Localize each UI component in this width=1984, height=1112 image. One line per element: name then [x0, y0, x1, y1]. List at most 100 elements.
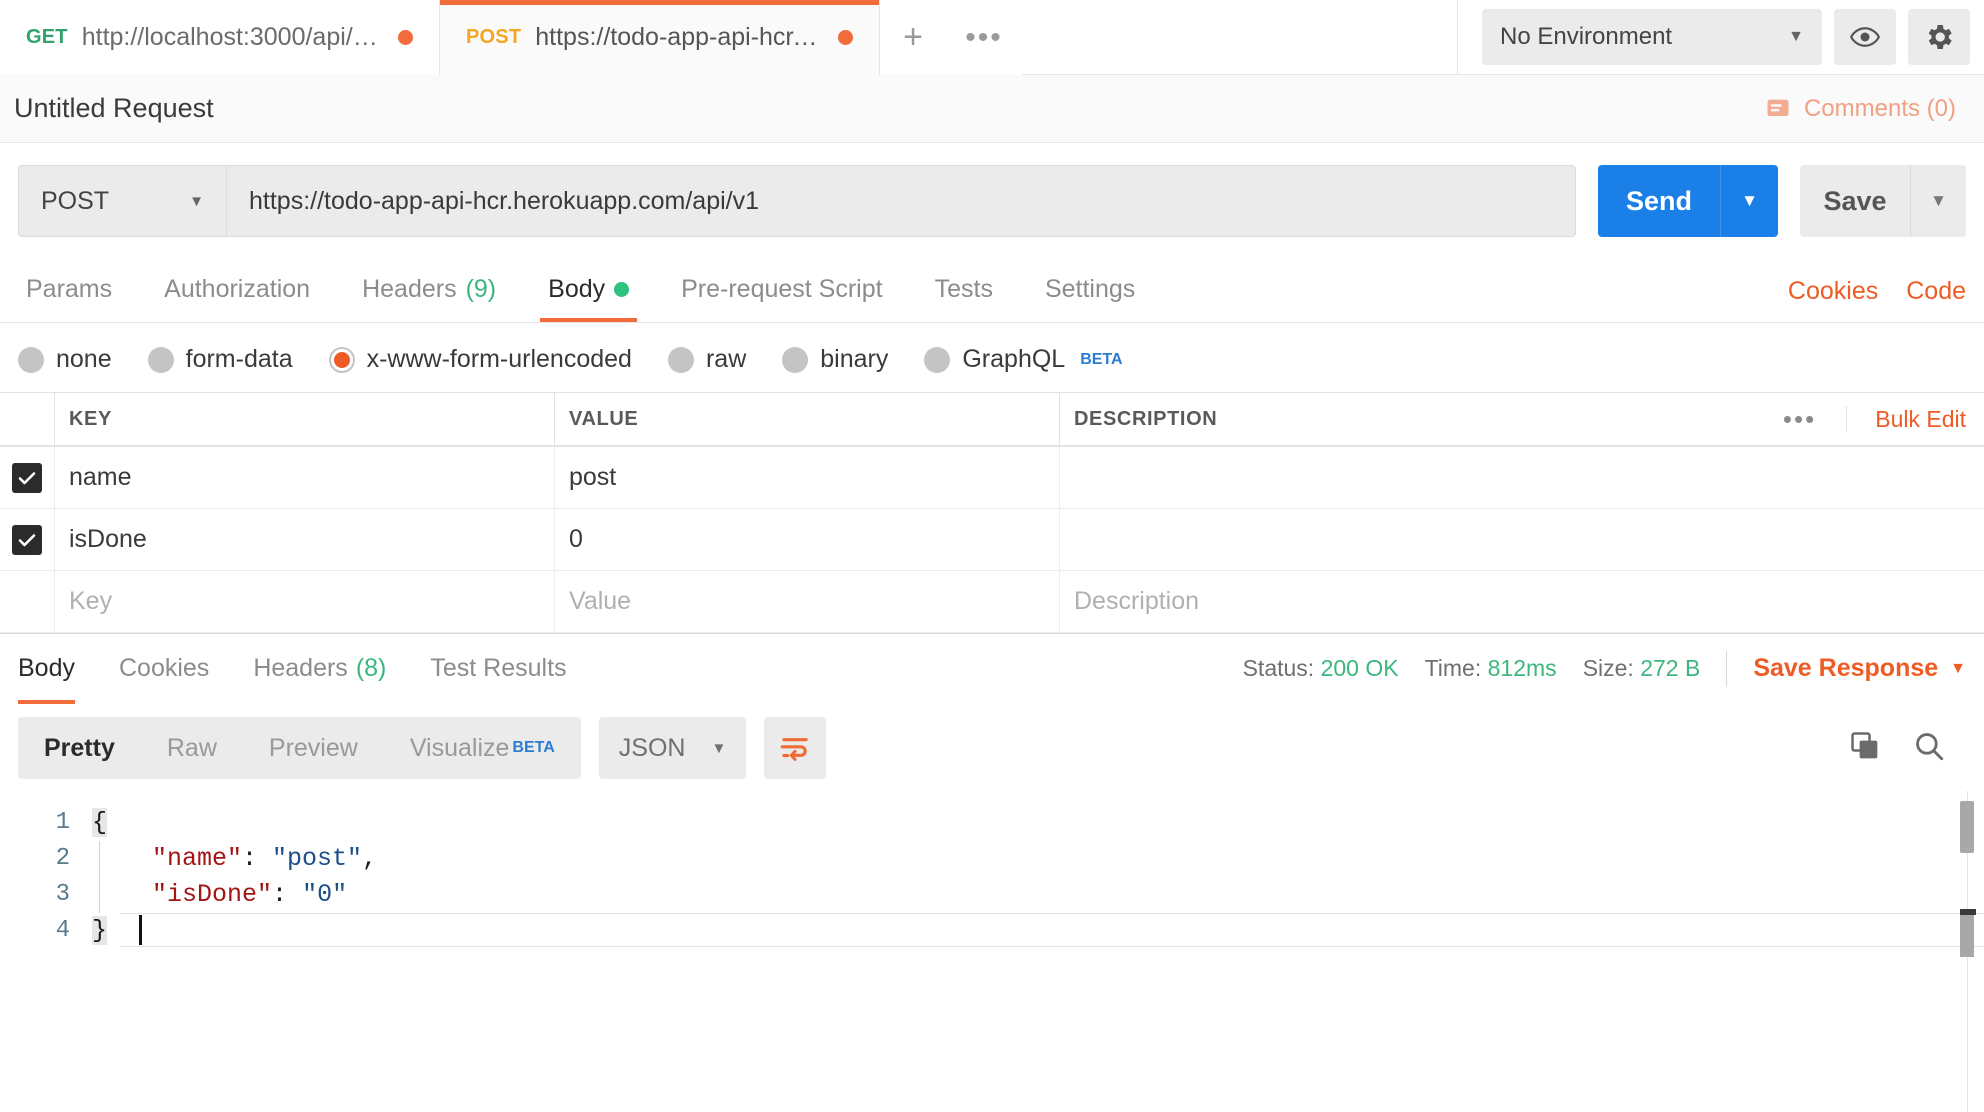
save-button[interactable]: Save	[1800, 165, 1910, 237]
request-tab-get[interactable]: GET http://localhost:3000/api/v1/1	[0, 0, 440, 75]
page-title: Untitled Request	[14, 93, 214, 123]
response-tabs: Body Cookies Headers (8) Test Results	[18, 634, 589, 704]
tab-label: Headers	[362, 274, 457, 303]
response-tab-headers[interactable]: Headers (8)	[231, 634, 408, 704]
response-tab-body[interactable]: Body	[18, 634, 97, 704]
row-checkbox-cell	[0, 447, 55, 508]
new-row-description-input[interactable]: Description	[1060, 571, 1984, 632]
comment-icon	[1767, 99, 1789, 116]
divider	[1726, 650, 1728, 687]
save-options-button[interactable]: ▼	[1910, 165, 1966, 237]
time-badge: Time: 812ms	[1425, 655, 1557, 682]
code-line-content: {	[92, 805, 108, 841]
view-mode-preview[interactable]: Preview	[243, 717, 384, 779]
send-button-group: Send ▼	[1598, 165, 1778, 237]
postman-window: GET http://localhost:3000/api/v1/1 POST …	[0, 0, 1984, 1112]
row-checkbox[interactable]	[12, 524, 42, 555]
radio-label: x-www-form-urlencoded	[366, 345, 632, 373]
row-key-cell[interactable]: isDone	[55, 509, 555, 570]
body-type-radio-group: none form-data x-www-form-urlencoded raw…	[0, 323, 1984, 392]
environment-controls: No Environment ▼	[1457, 0, 1984, 74]
cookies-link[interactable]: Cookies	[1788, 277, 1878, 306]
http-method-select[interactable]: POST ▼	[18, 165, 226, 237]
send-options-button[interactable]: ▼	[1720, 165, 1778, 237]
response-format-select[interactable]: JSON ▼	[598, 717, 747, 779]
line-number: 2	[55, 845, 70, 872]
radio-label: none	[56, 345, 112, 373]
response-view-bar: Pretty Raw Preview Visualize BETA JSON ▼	[0, 703, 1984, 791]
body-type-graphql[interactable]: GraphQL BETA	[924, 345, 1123, 374]
environment-quick-look-button[interactable]	[1834, 9, 1896, 65]
tab-headers[interactable]: Headers (9)	[336, 256, 522, 322]
tab-label: Pre-request Script	[681, 274, 883, 303]
view-mode-raw[interactable]: Raw	[141, 717, 243, 779]
status-label: Status:	[1242, 655, 1315, 681]
tab-settings[interactable]: Settings	[1019, 256, 1161, 322]
row-checkbox[interactable]	[12, 462, 42, 493]
body-type-x-www-form-urlencoded[interactable]: x-www-form-urlencoded	[328, 345, 632, 374]
tab-tests[interactable]: Tests	[909, 256, 1019, 322]
time-value: 812ms	[1487, 655, 1557, 681]
bulk-edit-button[interactable]: Bulk Edit	[1847, 406, 1966, 433]
beta-badge: BETA	[512, 739, 555, 756]
scrollbar-thumb-lower[interactable]	[1960, 915, 1974, 957]
search-icon	[1916, 732, 1944, 760]
body-type-none[interactable]: none	[18, 345, 112, 374]
value-placeholder: Value	[569, 587, 632, 615]
search-button[interactable]	[1912, 729, 1946, 768]
code-link[interactable]: Code	[1906, 277, 1966, 306]
tab-label: Tests	[934, 274, 993, 303]
tab-authorization[interactable]: Authorization	[138, 256, 336, 322]
gear-icon	[1928, 25, 1952, 49]
environment-select[interactable]: No Environment ▼	[1482, 9, 1822, 65]
send-button[interactable]: Send	[1598, 165, 1720, 237]
comments-button[interactable]: Comments (0)	[1764, 95, 1956, 123]
tab-name-label: https://todo-app-api-hcr.hero...	[535, 23, 824, 51]
response-tab-cookies[interactable]: Cookies	[97, 634, 231, 704]
row-key-cell[interactable]: name	[55, 447, 555, 508]
url-input[interactable]: https://todo-app-api-hcr.herokuapp.com/a…	[226, 165, 1576, 237]
new-row-value-input[interactable]: Value	[555, 571, 1060, 632]
row-description-cell[interactable]	[1060, 509, 1984, 570]
row-key-text: isDone	[69, 525, 147, 553]
new-tab-button[interactable]: +	[880, 0, 946, 75]
response-tab-test-results[interactable]: Test Results	[408, 634, 588, 704]
row-value-cell[interactable]: post	[555, 447, 1060, 508]
description-placeholder: Description	[1074, 587, 1200, 615]
word-wrap-toggle[interactable]	[764, 717, 827, 779]
request-tab-post[interactable]: POST https://todo-app-api-hcr.hero...	[440, 0, 880, 75]
view-mode-pretty[interactable]: Pretty	[18, 717, 141, 779]
response-body-editor[interactable]: 1 { 2 "name": "post", 3 "isDone": "0" 4 …	[0, 791, 1984, 1112]
new-row-key-input[interactable]: Key	[55, 571, 555, 632]
vertical-scrollbar-thumb[interactable]	[1960, 801, 1974, 853]
settings-button[interactable]	[1908, 9, 1970, 65]
tab-pre-request-script[interactable]: Pre-request Script	[655, 256, 908, 322]
row-key-text: name	[69, 463, 132, 491]
tab-params[interactable]: Params	[18, 256, 138, 322]
response-bar: Body Cookies Headers (8) Test Results St…	[0, 633, 1984, 704]
code-line: 2 "name": "post",	[0, 841, 1984, 877]
code-line-content: }	[92, 913, 108, 949]
response-format-label: JSON	[618, 733, 686, 762]
row-description-cell[interactable]	[1060, 447, 1984, 508]
table-options-icon[interactable]: •••	[1753, 406, 1848, 432]
radio-icon	[782, 346, 809, 373]
view-mode-visualize[interactable]: Visualize BETA	[384, 717, 581, 779]
copy-button[interactable]	[1848, 729, 1882, 768]
tab-options-icon[interactable]: •••	[946, 0, 1022, 75]
body-type-form-data[interactable]: form-data	[147, 345, 293, 374]
request-section-tabs: Params Authorization Headers (9) Body Pr…	[0, 257, 1984, 323]
code-token: "name"	[152, 844, 243, 873]
save-response-button[interactable]: Save Response ▼	[1753, 654, 1966, 683]
key-placeholder: Key	[69, 587, 113, 615]
code-line: 4 }	[0, 913, 1984, 949]
body-type-raw[interactable]: raw	[667, 345, 746, 374]
copy-icon	[1851, 731, 1878, 758]
tab-bar: GET http://localhost:3000/api/v1/1 POST …	[0, 0, 1984, 75]
body-type-binary[interactable]: binary	[782, 345, 888, 374]
tab-body[interactable]: Body	[522, 256, 655, 322]
radio-label: form-data	[185, 345, 293, 373]
row-value-cell[interactable]: 0	[555, 509, 1060, 570]
check-icon	[18, 533, 36, 546]
